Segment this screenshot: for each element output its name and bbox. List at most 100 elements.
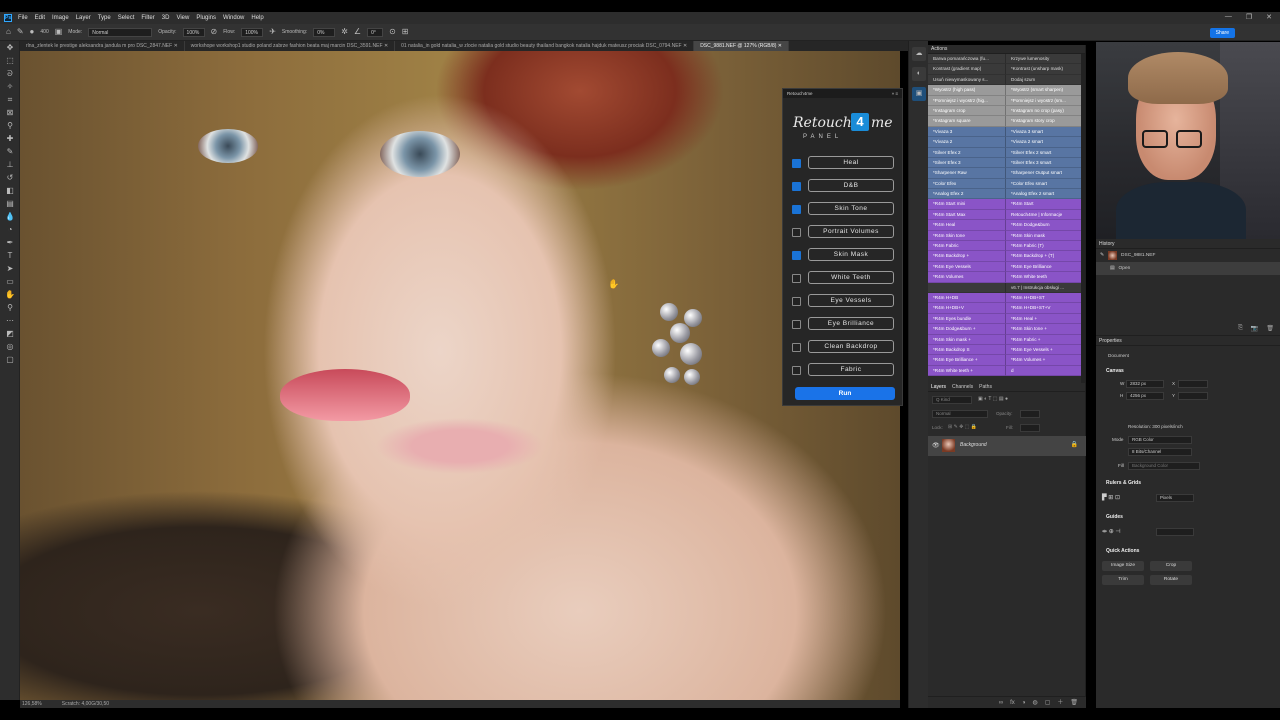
screen-mode-icon[interactable]: ▢ [0, 353, 20, 366]
history-step[interactable]: ▤ Open [1096, 262, 1280, 275]
menu-view[interactable]: View [176, 15, 189, 21]
action-item[interactable]: *Sharpener Output smart [1006, 168, 1084, 179]
action-item[interactable] [928, 282, 1006, 293]
action-item[interactable]: *R4m Backdrop S [928, 344, 1006, 356]
healing-brush-tool-icon[interactable]: ✚ [0, 132, 20, 145]
delete-layer-icon[interactable]: 🗑 [1070, 697, 1078, 708]
action-item[interactable]: *R4m Fabric (T) [1006, 241, 1084, 252]
action-item[interactable]: Krzywe lumenosity [1006, 54, 1084, 65]
action-item[interactable]: v6.7 | Instrukcja obsługi ... [1006, 282, 1084, 293]
layer-fill-field[interactable] [1020, 424, 1040, 432]
action-item[interactable]: *R4m Eye Vessels + [1006, 344, 1084, 356]
layer-kind-filter[interactable]: Q Kind [932, 396, 972, 404]
x-field[interactable] [1178, 380, 1208, 388]
skin-mask-button[interactable]: Skin Mask [808, 248, 894, 261]
portrait-volumes-button[interactable]: Portrait Volumes [808, 225, 894, 238]
action-item[interactable]: *Sharpener Raw [928, 168, 1006, 179]
eye-brilliance-checkbox[interactable] [792, 320, 801, 329]
retouch4me-panel-header[interactable]: Retouch4me » ≡ [783, 89, 902, 98]
flow-field[interactable]: 100% [241, 27, 264, 37]
new-group-icon[interactable]: ▢ [1045, 697, 1051, 708]
image-canvas[interactable]: ✋ [20, 51, 900, 700]
action-item[interactable]: *Instagram crop [928, 105, 1006, 117]
home-icon[interactable]: ⌂ [6, 28, 11, 36]
history-brush-source-icon[interactable]: ✎ [1100, 253, 1104, 258]
action-item[interactable]: *R4m Backdrop + (T) [1006, 251, 1084, 262]
layer-visibility-eye-icon[interactable]: 👁 [932, 442, 940, 449]
angle-icon[interactable]: ∠ [354, 28, 361, 36]
share-button[interactable]: Share [1209, 28, 1235, 38]
layer-name[interactable]: Background [960, 442, 987, 448]
close-window-button[interactable]: ✕ [1266, 13, 1272, 21]
action-item[interactable]: *R4m Eyes bundle [928, 313, 1006, 325]
action-item[interactable]: Retouch4me | Informacje [1006, 209, 1084, 221]
action-item[interactable]: *Vivaza 2 smart [1006, 137, 1084, 148]
hand-tool-icon[interactable]: ✋ [0, 288, 20, 301]
properties-panel-title[interactable]: Properties [1096, 336, 1280, 346]
action-item[interactable]: *Wyostrz (high pass) [928, 85, 1006, 96]
layer-style-icon[interactable]: fx [1010, 697, 1015, 708]
action-item[interactable]: *Silver Efex 2 [928, 147, 1006, 158]
eyedropper-tool-icon[interactable]: ⚲ [0, 119, 20, 132]
clone-stamp-tool-icon[interactable]: ⊥ [0, 158, 20, 171]
actions-scrollbar[interactable] [1081, 54, 1085, 383]
marquee-tool-icon[interactable]: ⬚ [0, 54, 20, 67]
layer-filter-icons[interactable]: ▣ ◐ T ⬚ ▤ ● [978, 396, 1008, 402]
tab-layers[interactable]: Layers [931, 383, 946, 391]
layer-opacity-field[interactable] [1020, 410, 1040, 418]
action-item[interactable]: Usuń niewymaskowany s... [928, 74, 1006, 86]
action-item[interactable]: *Color Efex [928, 178, 1006, 190]
dodge-tool-icon[interactable]: ◔ [0, 223, 20, 236]
path-select-tool-icon[interactable]: ➤ [0, 262, 20, 275]
heal-checkbox[interactable] [792, 159, 801, 168]
skin-tone-button[interactable]: Skin Tone [808, 202, 894, 215]
fabric-button[interactable]: Fabric [808, 363, 894, 376]
action-item[interactable]: Kontrast (gradient map) [928, 64, 1006, 75]
pressure-size-icon[interactable]: ⊙ [389, 28, 396, 36]
zoom-tool-icon[interactable]: ⚲ [0, 301, 20, 314]
ruler-units-select[interactable]: Pixels [1156, 494, 1194, 502]
bit-depth-select[interactable]: 8 Bits/Channel [1128, 448, 1192, 456]
action-item[interactable]: *R4m Fabric [928, 241, 1006, 252]
action-item[interactable]: *R4m H+DB [928, 292, 1006, 304]
heal-button[interactable]: Heal [808, 156, 894, 169]
action-item[interactable]: *R4m Heal [928, 220, 1006, 231]
frame-tool-icon[interactable]: ⊠ [0, 106, 20, 119]
blur-tool-icon[interactable]: 💧 [0, 210, 20, 223]
crop-button[interactable]: Crop [1150, 561, 1192, 571]
angle-field[interactable]: 0° [367, 27, 384, 37]
portrait-volumes-checkbox[interactable] [792, 228, 801, 237]
white-teeth-button[interactable]: White Teeth [808, 271, 894, 284]
pressure-opacity-icon[interactable]: ⊘ [211, 28, 218, 36]
action-item[interactable]: *Silver Efex 2 smart [1006, 147, 1084, 158]
type-tool-icon[interactable]: T [0, 249, 20, 262]
blend-mode-select[interactable]: Normal [932, 410, 988, 418]
retouch4me-panel-icon[interactable]: ▣ [912, 87, 926, 101]
adjustments-icon[interactable]: ◐ [912, 67, 926, 81]
crop-tool-icon[interactable]: ⌗ [0, 93, 20, 106]
action-item[interactable]: *Pomniejsz i wyostrz (sm... [1006, 95, 1084, 106]
menu-file[interactable]: File [18, 15, 28, 21]
minimize-button[interactable]: — [1225, 13, 1232, 21]
rulers-grid-icons[interactable]: ▛ ⊞ ⊡ [1102, 494, 1120, 501]
clean-backdrop-button[interactable]: Clean Backdrop [808, 340, 894, 353]
action-item[interactable]: *R4m White teeth + [928, 365, 1006, 377]
color-swatches-icon[interactable]: ◩ [0, 327, 20, 340]
layer-mask-icon[interactable]: ◑ [1022, 697, 1026, 708]
tab-paths[interactable]: Paths [979, 383, 992, 391]
menu-plugins[interactable]: Plugins [196, 15, 216, 21]
action-item[interactable]: *R4m Start mini [928, 199, 1006, 210]
link-layers-icon[interactable]: ∞ [999, 697, 1003, 708]
action-item[interactable]: *R4m Fabric + [1006, 334, 1084, 345]
action-item[interactable]: *Kontrast (unsharp mask) [1006, 64, 1084, 75]
brush-tool-icon[interactable]: ✎ [0, 145, 20, 158]
skin-tone-checkbox[interactable] [792, 205, 801, 214]
menu-3d[interactable]: 3D [162, 15, 170, 21]
tab-channels[interactable]: Channels [952, 383, 973, 391]
eraser-tool-icon[interactable]: ◧ [0, 184, 20, 197]
more-tools-icon[interactable]: ⋯ [0, 314, 20, 327]
action-item[interactable]: *R4m Skin mask + [928, 334, 1006, 345]
action-item[interactable]: *Instagram story crop [1006, 116, 1084, 127]
rulers-grids-section[interactable]: Rulers & Grids [1106, 480, 1141, 486]
brush-preset-icon[interactable]: ● [30, 28, 35, 36]
